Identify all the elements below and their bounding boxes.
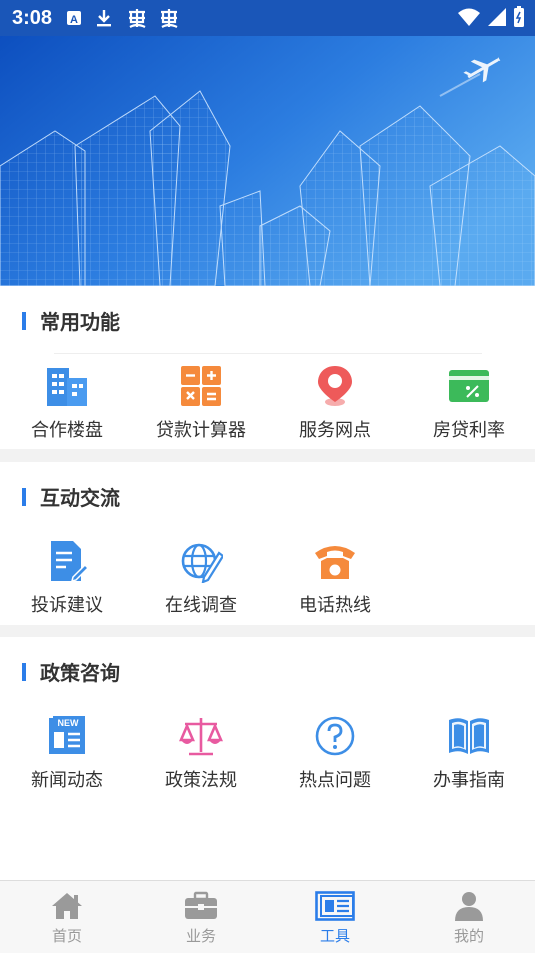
wifi-icon bbox=[457, 7, 481, 31]
section-accent-bar bbox=[22, 662, 26, 681]
grid-item-online-survey[interactable]: 在线调查 bbox=[134, 539, 268, 617]
section-divider bbox=[54, 353, 482, 354]
building-icon bbox=[45, 364, 89, 408]
calculator-icon bbox=[179, 364, 223, 408]
grid-item-partner-buildings[interactable]: 合作楼盘 bbox=[0, 364, 134, 442]
scales-icon bbox=[179, 714, 223, 758]
grid-item-label: 投诉建议 bbox=[31, 595, 103, 616]
section-policy-consulting: 政策咨询 NEW 新闻动态 政策法规 热点问题 办事指南 bbox=[0, 637, 535, 880]
grid-item-policies-regulations[interactable]: 政策法规 bbox=[134, 714, 268, 792]
telephone-icon bbox=[313, 539, 357, 583]
nav-tab-label: 工具 bbox=[319, 927, 350, 945]
signal-icon bbox=[487, 7, 507, 31]
section-title: 互动交流 bbox=[22, 482, 120, 511]
grid-item-label: 贷款计算器 bbox=[156, 420, 246, 441]
section-title-text: 互动交流 bbox=[40, 486, 120, 510]
location-pin-icon bbox=[313, 364, 357, 408]
nav-tab-label: 业务 bbox=[185, 927, 216, 945]
grid-item-label: 热点问题 bbox=[299, 770, 371, 791]
globe-pen-icon bbox=[179, 539, 223, 583]
book-icon bbox=[447, 714, 491, 758]
news-icon: NEW bbox=[45, 714, 89, 758]
grid-item-label: 服务网点 bbox=[299, 420, 371, 441]
header-banner bbox=[0, 36, 535, 286]
grid-item-service-outlets[interactable]: 服务网点 bbox=[268, 364, 402, 442]
svg-text:A: A bbox=[70, 14, 78, 26]
percent-card-icon bbox=[447, 364, 491, 408]
nav-tab-mine[interactable]: 我的 bbox=[402, 881, 535, 953]
grid-item-label: 新闻动态 bbox=[31, 770, 103, 791]
nav-tab-label: 首页 bbox=[51, 927, 82, 945]
notification-a-icon: A bbox=[66, 10, 82, 26]
section-title: 政策咨询 bbox=[22, 657, 120, 686]
bug-icon bbox=[126, 8, 148, 28]
nav-tab-home[interactable]: 首页 bbox=[0, 881, 134, 953]
svg-text:NEW: NEW bbox=[58, 718, 80, 728]
section-accent-bar bbox=[22, 487, 26, 506]
download-icon bbox=[96, 9, 112, 27]
nav-tab-business[interactable]: 业务 bbox=[134, 881, 268, 953]
section-accent-bar bbox=[22, 311, 26, 330]
grid-item-hot-questions[interactable]: 热点问题 bbox=[268, 714, 402, 792]
grid-item-label: 电话热线 bbox=[299, 595, 371, 616]
section-title-text: 政策咨询 bbox=[40, 661, 120, 685]
section-interaction: 互动交流 投诉建议 在线调查 电话热线 bbox=[0, 462, 535, 625]
home-icon bbox=[50, 889, 84, 923]
briefcase-icon bbox=[183, 889, 219, 923]
document-edit-icon bbox=[45, 539, 89, 583]
grid-item-loan-calculator[interactable]: 贷款计算器 bbox=[134, 364, 268, 442]
grid-item-label: 办事指南 bbox=[433, 770, 505, 791]
grid-item-label: 合作楼盘 bbox=[31, 420, 103, 441]
grid-item-service-guide[interactable]: 办事指南 bbox=[402, 714, 535, 792]
bottom-nav: 首页 业务 工具 我的 bbox=[0, 880, 535, 953]
section-common-functions: 常用功能 合作楼盘 贷款计算器 服务网点 房贷利率 bbox=[0, 286, 535, 449]
newspaper-icon bbox=[315, 889, 355, 923]
section-title-text: 常用功能 bbox=[40, 310, 120, 334]
grid-item-news[interactable]: NEW 新闻动态 bbox=[0, 714, 134, 792]
question-circle-icon bbox=[313, 714, 357, 758]
status-bar: 3:08 A bbox=[0, 0, 535, 36]
bug-icon bbox=[158, 8, 180, 28]
grid-item-complaints[interactable]: 投诉建议 bbox=[0, 539, 134, 617]
grid-item-phone-hotline[interactable]: 电话热线 bbox=[268, 539, 402, 617]
nav-tab-tools[interactable]: 工具 bbox=[268, 881, 402, 953]
status-time: 3:08 bbox=[12, 6, 53, 29]
user-icon bbox=[454, 889, 484, 923]
section-title: 常用功能 bbox=[22, 306, 120, 335]
grid-item-mortgage-rate[interactable]: 房贷利率 bbox=[402, 364, 535, 442]
grid-item-label: 在线调查 bbox=[165, 595, 237, 616]
grid-item-label: 政策法规 bbox=[165, 770, 237, 791]
battery-icon bbox=[513, 6, 525, 32]
grid-item-label: 房贷利率 bbox=[433, 420, 505, 441]
nav-tab-label: 我的 bbox=[453, 927, 484, 945]
